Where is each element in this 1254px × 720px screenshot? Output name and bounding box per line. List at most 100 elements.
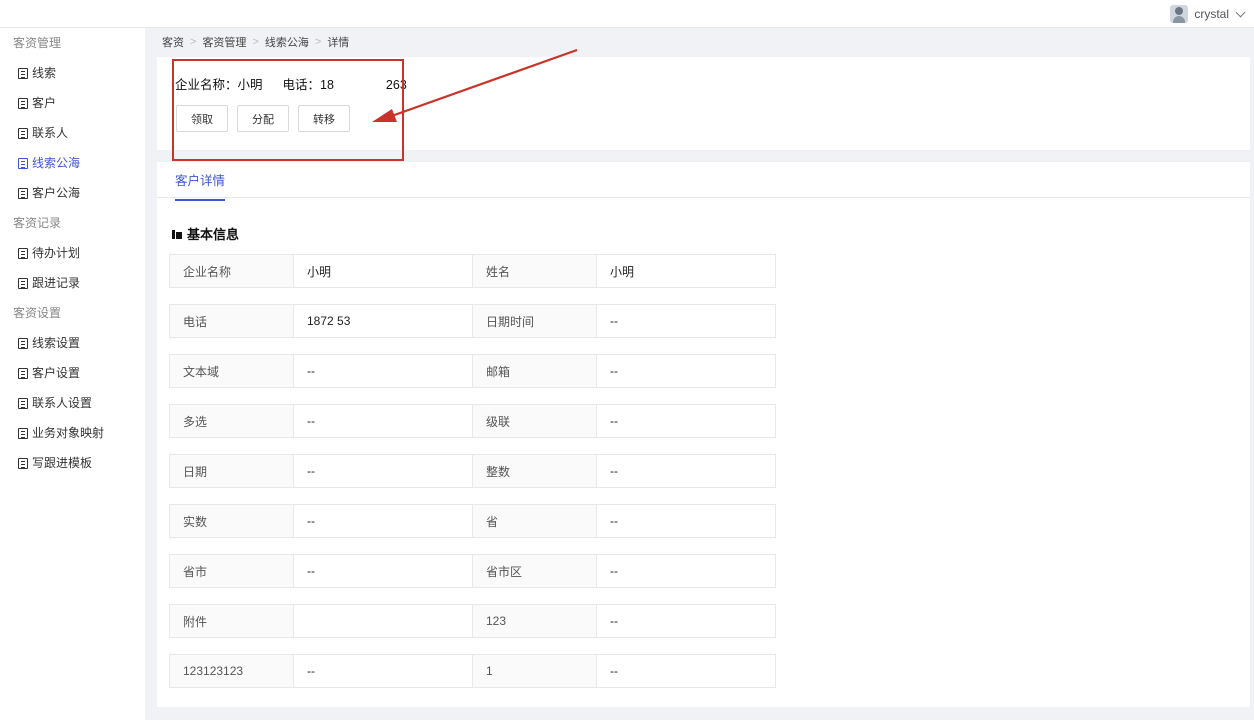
table-row: 文本域 -- 邮箱 -- (169, 354, 779, 388)
field-value: -- (293, 404, 473, 438)
field-value: -- (596, 654, 776, 688)
field-value: -- (293, 554, 473, 588)
sidebar-item-label: 联系人设置 (32, 396, 93, 410)
field-label: 电话 (169, 304, 294, 338)
sidebar-item-contacts[interactable]: 联系人 (0, 118, 145, 148)
document-icon (18, 187, 28, 199)
sidebar-item-followup-records[interactable]: 跟进记录 (0, 268, 145, 298)
breadcrumb: 客资 > 客资管理 > 线索公海 > 详情 (162, 34, 349, 50)
field-label: 日期时间 (472, 304, 597, 338)
section-title: 基本信息 (172, 224, 239, 243)
field-label: 省市 (169, 554, 294, 588)
field-value: -- (596, 454, 776, 488)
breadcrumb-separator-icon: > (190, 36, 197, 48)
field-value: -- (596, 604, 776, 638)
sidebar-item-lead-pool[interactable]: 线索公海 (0, 148, 145, 178)
document-icon (18, 397, 28, 409)
field-value: -- (293, 354, 473, 388)
table-row: 实数 -- 省 -- (169, 504, 779, 538)
document-icon (18, 97, 28, 109)
breadcrumb-separator-icon: > (314, 36, 322, 48)
chevron-down-icon[interactable] (1235, 7, 1246, 17)
bar-chart-icon (172, 229, 183, 239)
field-value: 小明 (293, 254, 473, 288)
field-label: 日期 (169, 454, 294, 488)
breadcrumb-separator-icon: > (252, 36, 259, 48)
sidebar-item-customer-settings[interactable]: 客户设置 (0, 358, 145, 388)
tab-divider (157, 197, 1250, 198)
sidebar-item-label: 写跟进模板 (32, 456, 93, 470)
document-icon (18, 67, 28, 79)
sidebar-group-title: 客资记录 (13, 216, 62, 230)
sidebar-item-label: 客户设置 (32, 366, 81, 380)
document-icon (18, 457, 28, 469)
breadcrumb-item[interactable]: 客资 (162, 34, 184, 50)
breadcrumb-item[interactable]: 线索公海 (265, 34, 309, 50)
field-value: -- (293, 454, 473, 488)
sidebar-item-label: 客户公海 (32, 186, 81, 200)
table-row: 日期 -- 整数 -- (169, 454, 779, 488)
sidebar-item-label: 业务对象映射 (32, 426, 105, 440)
sidebar-item-todo-plans[interactable]: 待办计划 (0, 238, 145, 268)
sidebar-item-followup-template[interactable]: 写跟进模板 (0, 448, 145, 478)
sidebar-item-label: 跟进记录 (32, 276, 81, 290)
table-row: 多选 -- 级联 -- (169, 404, 779, 438)
top-bar: crystal (0, 0, 1254, 28)
field-value: -- (596, 404, 776, 438)
field-label: 省 (472, 504, 597, 538)
field-value (293, 604, 473, 638)
sidebar-item-object-mapping[interactable]: 业务对象映射 (0, 418, 145, 448)
annotation-highlight-box (172, 59, 404, 161)
sidebar-item-label: 联系人 (32, 126, 69, 140)
table-row: 企业名称 小明 姓名 小明 (169, 254, 779, 288)
sidebar-group-title: 客资管理 (13, 36, 62, 50)
avatar[interactable] (1170, 5, 1189, 23)
field-label: 整数 (472, 454, 597, 488)
table-row: 附件 123 -- (169, 604, 779, 638)
basic-info-table: 企业名称 小明 姓名 小明 电话 1872 53 日期时间 -- 文本域 -- 邮箱 -- 多选 -- 级联… (169, 254, 779, 704)
user-name[interactable]: crystal (1194, 7, 1229, 21)
field-label: 企业名称 (169, 254, 294, 288)
sidebar-item-lead-settings[interactable]: 线索设置 (0, 328, 145, 358)
field-label: 123 (472, 604, 597, 638)
field-label: 文本域 (169, 354, 294, 388)
sidebar-item-label: 线索 (32, 66, 57, 80)
field-label: 省市区 (472, 554, 597, 588)
field-label: 姓名 (472, 254, 597, 288)
field-label: 1 (472, 654, 597, 688)
field-value: 小明 (596, 254, 776, 288)
sidebar-item-label: 线索公海 (32, 156, 81, 170)
document-icon (18, 247, 28, 259)
breadcrumb-item[interactable]: 客资管理 (202, 34, 246, 50)
section-title-text: 基本信息 (187, 227, 240, 242)
field-value: -- (596, 304, 776, 338)
field-value: -- (596, 504, 776, 538)
document-icon (18, 127, 28, 139)
document-icon (18, 367, 28, 379)
field-label: 邮箱 (472, 354, 597, 388)
breadcrumb-current: 详情 (327, 37, 350, 49)
sidebar-item-label: 线索设置 (32, 336, 81, 350)
document-icon (18, 277, 28, 289)
field-label: 123123123 (169, 654, 294, 688)
field-label: 实数 (169, 504, 294, 538)
sidebar-item-label: 客户 (32, 96, 57, 110)
user-menu[interactable]: crystal (1170, 0, 1246, 28)
field-label: 级联 (472, 404, 597, 438)
field-value: -- (293, 654, 473, 688)
sidebar-item-label: 待办计划 (32, 246, 81, 260)
field-value: 1872 53 (293, 304, 473, 338)
sidebar: 客资管理 线索 客户 联系人 线索公海 客户公海 客资记录 待办计划 跟进记录 … (0, 28, 145, 720)
sidebar-item-leads[interactable]: 线索 (0, 58, 145, 88)
table-row: 123123123 -- 1 -- (169, 654, 779, 688)
table-row: 省市 -- 省市区 -- (169, 554, 779, 588)
sidebar-group-title: 客资设置 (13, 306, 62, 320)
document-icon (18, 427, 28, 439)
sidebar-item-customer-pool[interactable]: 客户公海 (0, 178, 145, 208)
sidebar-item-customers[interactable]: 客户 (0, 88, 145, 118)
document-icon (18, 337, 28, 349)
field-value: -- (596, 354, 776, 388)
sidebar-item-contact-settings[interactable]: 联系人设置 (0, 388, 145, 418)
table-row: 电话 1872 53 日期时间 -- (169, 304, 779, 338)
field-value: -- (293, 504, 473, 538)
